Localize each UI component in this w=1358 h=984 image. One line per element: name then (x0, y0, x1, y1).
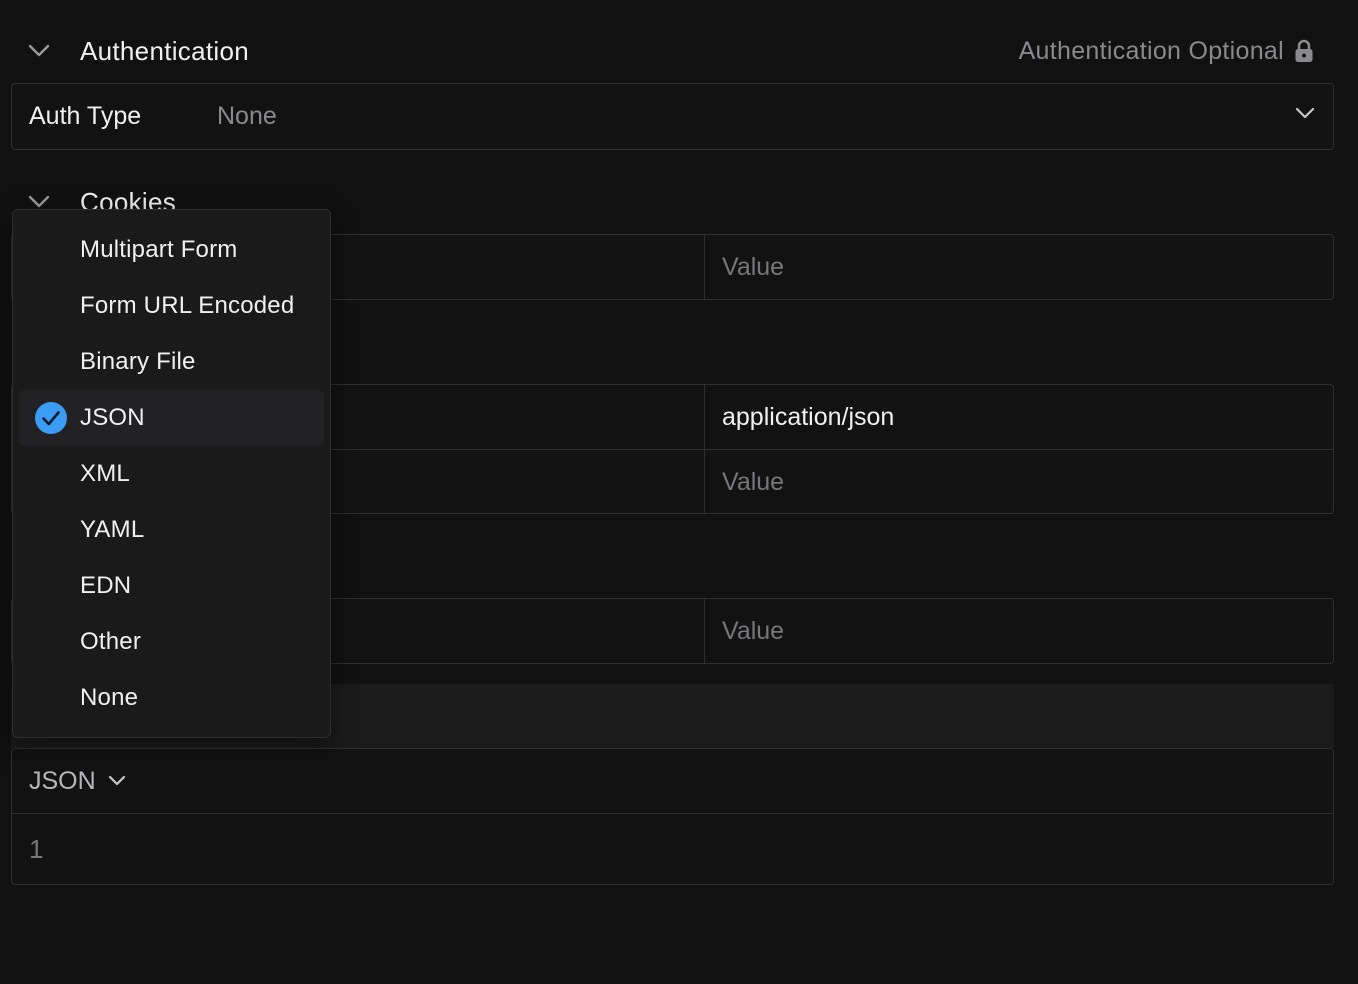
column-divider (704, 385, 705, 449)
menu-item-xml[interactable]: XML (19, 446, 324, 502)
header-value-input[interactable]: application/json (722, 385, 894, 449)
authentication-optional-indicator: Authentication Optional (1019, 33, 1314, 69)
chevron-down-icon (1295, 106, 1315, 125)
body-format-select[interactable]: JSON (29, 767, 126, 796)
menu-item-edn[interactable]: EDN (19, 558, 324, 614)
menu-item-other[interactable]: Other (19, 614, 324, 670)
menu-item-json[interactable]: JSON (19, 390, 324, 446)
menu-item-form-url-encoded[interactable]: Form URL Encoded (19, 278, 324, 334)
chevron-down-icon (108, 775, 125, 786)
menu-item-yaml[interactable]: YAML (19, 502, 324, 558)
lock-icon (1294, 39, 1314, 63)
menu-item-label: Form URL Encoded (80, 292, 295, 319)
header-value-input[interactable]: Value (722, 450, 784, 513)
line-number: 1 (29, 834, 44, 864)
cookie-value-input[interactable]: Value (722, 235, 784, 299)
menu-item-label: Other (80, 628, 142, 655)
authentication-title: Authentication (80, 35, 249, 66)
menu-item-multipart-form[interactable]: Multipart Form (19, 222, 324, 278)
column-divider (704, 599, 705, 663)
editor-toolbar: JSON (12, 749, 1333, 814)
menu-item-label: EDN (80, 572, 132, 599)
menu-item-label: Binary File (80, 348, 196, 375)
request-editor: Authentication Authentication Optional A… (0, 0, 1358, 984)
menu-item-label: JSON (80, 404, 145, 431)
body-editor: JSON 1 (11, 748, 1334, 885)
body-format-label: JSON (29, 766, 96, 795)
check-circle-icon (35, 402, 67, 434)
auth-type-label: Auth Type (29, 102, 142, 130)
menu-item-label: None (80, 684, 139, 711)
code-editor[interactable]: 1 (12, 814, 1333, 886)
auth-type-select[interactable]: Auth Type None (11, 83, 1334, 150)
authentication-optional-label: Authentication Optional (1018, 36, 1284, 65)
menu-item-none[interactable]: None (19, 670, 324, 726)
menu-item-binary-file[interactable]: Binary File (19, 334, 324, 390)
query-value-input[interactable]: Value (722, 599, 784, 663)
menu-item-label: XML (80, 460, 130, 487)
authentication-header[interactable]: Authentication (28, 33, 249, 69)
menu-item-label: YAML (80, 516, 145, 543)
column-divider (704, 450, 705, 513)
menu-item-label: Multipart Form (80, 236, 238, 263)
auth-type-value: None (217, 102, 277, 130)
column-divider (704, 235, 705, 299)
content-type-menu: Multipart Form Form URL Encoded Binary F… (12, 209, 331, 738)
chevron-down-icon[interactable] (28, 40, 50, 62)
